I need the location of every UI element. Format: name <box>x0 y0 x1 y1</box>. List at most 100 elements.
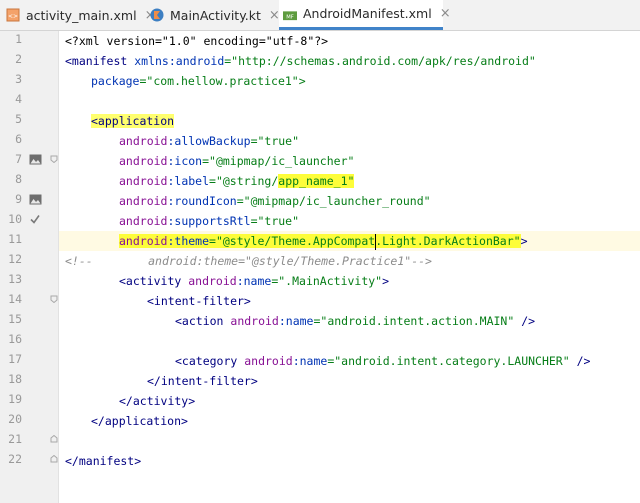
code-line: </manifest> <box>65 451 640 471</box>
code-line: <!-- android:theme="@style/Theme.Practic… <box>65 251 640 271</box>
namespace: android <box>119 214 168 228</box>
attribute-name: :icon <box>167 154 203 168</box>
namespace: android <box>119 134 168 148</box>
namespace: android <box>119 194 168 208</box>
namespace: android <box>181 274 237 288</box>
close-icon[interactable]: × <box>440 6 451 21</box>
comment-open: <!-- <box>65 254 93 268</box>
line-number: 9 <box>15 192 22 206</box>
attribute-name: :allowBackup <box>167 134 251 148</box>
code-line: <activity android:name=".MainActivity"> <box>119 271 640 291</box>
attribute-value: ="@string/ <box>209 174 279 188</box>
namespace: android <box>119 154 168 168</box>
close-icon[interactable]: × <box>269 8 280 23</box>
tag-end: /> <box>514 314 536 328</box>
checkmark-icon[interactable] <box>28 212 42 226</box>
code-line: android:icon="@mipmap/ic_launcher" <box>119 151 640 171</box>
code-line: <manifest xmlns:android="http://schemas.… <box>65 51 640 71</box>
line-number: 16 <box>8 332 22 346</box>
code-line: android:supportsRtl="true" <box>119 211 640 231</box>
line-number: 10 <box>8 212 22 226</box>
code-line: <?xml version="1.0" encoding="utf-8"?> <box>65 31 640 51</box>
line-number: 15 <box>8 312 22 326</box>
line-number: 1 <box>15 32 22 46</box>
line-number: 21 <box>8 432 22 446</box>
tag-end: > <box>382 274 390 288</box>
image-icon[interactable] <box>28 152 42 166</box>
attribute-name: :name <box>236 274 272 288</box>
attribute-value: ="com.hellow.practice1"> <box>139 74 306 88</box>
svg-text:<>: <> <box>8 13 18 20</box>
tag-name: <activity <box>119 274 182 288</box>
line-number: 8 <box>15 172 22 186</box>
manifest-file-icon: MF <box>283 7 297 21</box>
code-line: <intent-filter> <box>147 291 640 311</box>
tag-name: </intent-filter> <box>147 374 258 388</box>
code-line: <application <box>91 111 640 131</box>
line-number: 11 <box>8 232 22 246</box>
editor-tab-bar: <> activity_main.xml × MainActivity.kt ×… <box>0 0 640 31</box>
tab-androidmanifest-xml[interactable]: MF AndroidManifest.xml × <box>279 0 451 30</box>
tag-name: </activity> <box>119 394 196 408</box>
comment-body: android:theme="@style/Theme.Practice1"--… <box>92 254 432 268</box>
attribute-value: ="android.intent.action.MAIN" <box>313 314 515 328</box>
tab-label: activity_main.xml <box>26 7 137 23</box>
line-number: 18 <box>8 372 22 386</box>
line-number: 7 <box>15 152 22 166</box>
attribute-value: ="android.intent.category.LAUNCHER" <box>327 354 570 368</box>
line-number: 4 <box>15 92 22 106</box>
code-line: </activity> <box>119 391 640 411</box>
attribute-value: " <box>347 174 355 188</box>
tag-name: <category <box>175 354 238 368</box>
code-line: </intent-filter> <box>147 371 640 391</box>
tag-name: <application <box>91 114 175 128</box>
fold-marker-icon[interactable] <box>50 288 58 304</box>
attribute-name: :theme <box>167 234 210 248</box>
code-line: package="com.hellow.practice1"> <box>91 71 640 91</box>
code-editor[interactable]: <?xml version="1.0" encoding="utf-8"?> <… <box>59 31 640 503</box>
line-number: 5 <box>15 112 22 126</box>
tag-name: <action <box>175 314 224 328</box>
code-line: <category android:name="android.intent.c… <box>175 351 640 371</box>
tag-name: </manifest> <box>65 454 142 468</box>
line-number: 19 <box>8 392 22 406</box>
code-line: android:label="@string/app_name_1" <box>119 171 640 191</box>
attribute-name: package <box>91 74 140 88</box>
namespace: android <box>223 314 279 328</box>
tag-name: </application> <box>91 414 188 428</box>
tab-mainactivity-kt[interactable]: MainActivity.kt × <box>150 0 280 30</box>
line-number: 6 <box>15 132 22 146</box>
attribute-value: ="true" <box>250 134 300 148</box>
image-icon[interactable] <box>28 192 42 206</box>
line-number: 13 <box>8 272 22 286</box>
fold-marker-icon[interactable] <box>50 448 58 463</box>
namespace: android <box>119 234 168 248</box>
line-number: 14 <box>8 292 22 306</box>
code-line: </application> <box>91 411 640 431</box>
code-line: <action android:name="android.intent.act… <box>175 311 640 331</box>
attribute-value: =".MainActivity" <box>271 274 383 288</box>
code-line: android:roundIcon="@mipmap/ic_launcher_r… <box>119 191 640 211</box>
tab-activity-main-xml[interactable]: <> activity_main.xml × <box>6 0 155 30</box>
tab-label: AndroidManifest.xml <box>303 6 432 21</box>
line-number: 17 <box>8 352 22 366</box>
attribute-value: ="@style/Theme.AppCompat <box>209 234 376 248</box>
current-line: android:theme="@style/Theme.AppCompat.Li… <box>59 231 640 251</box>
tag-end: /> <box>569 354 591 368</box>
tag-end: > <box>520 234 528 248</box>
fold-marker-icon[interactable] <box>50 428 58 443</box>
attribute-name: :supportsRtl <box>167 214 251 228</box>
namespace: android <box>237 354 293 368</box>
code-line: android:allowBackup="true" <box>119 131 640 151</box>
svg-text:MF: MF <box>286 14 294 20</box>
line-number: 22 <box>8 452 22 466</box>
attribute-name: xmlns:android <box>127 54 225 68</box>
line-number: 3 <box>15 72 22 86</box>
xml-file-icon: <> <box>6 8 20 22</box>
attribute-name: :name <box>278 314 314 328</box>
line-number: 12 <box>8 252 22 266</box>
fold-marker-icon[interactable] <box>50 148 58 164</box>
attribute-value: .Light.DarkActionBar" <box>375 234 521 248</box>
attribute-name: :name <box>292 354 328 368</box>
line-number-gutter: 1 2 3 4 5 6 7 8 9 10 11 12 13 14 15 16 1… <box>0 31 59 503</box>
